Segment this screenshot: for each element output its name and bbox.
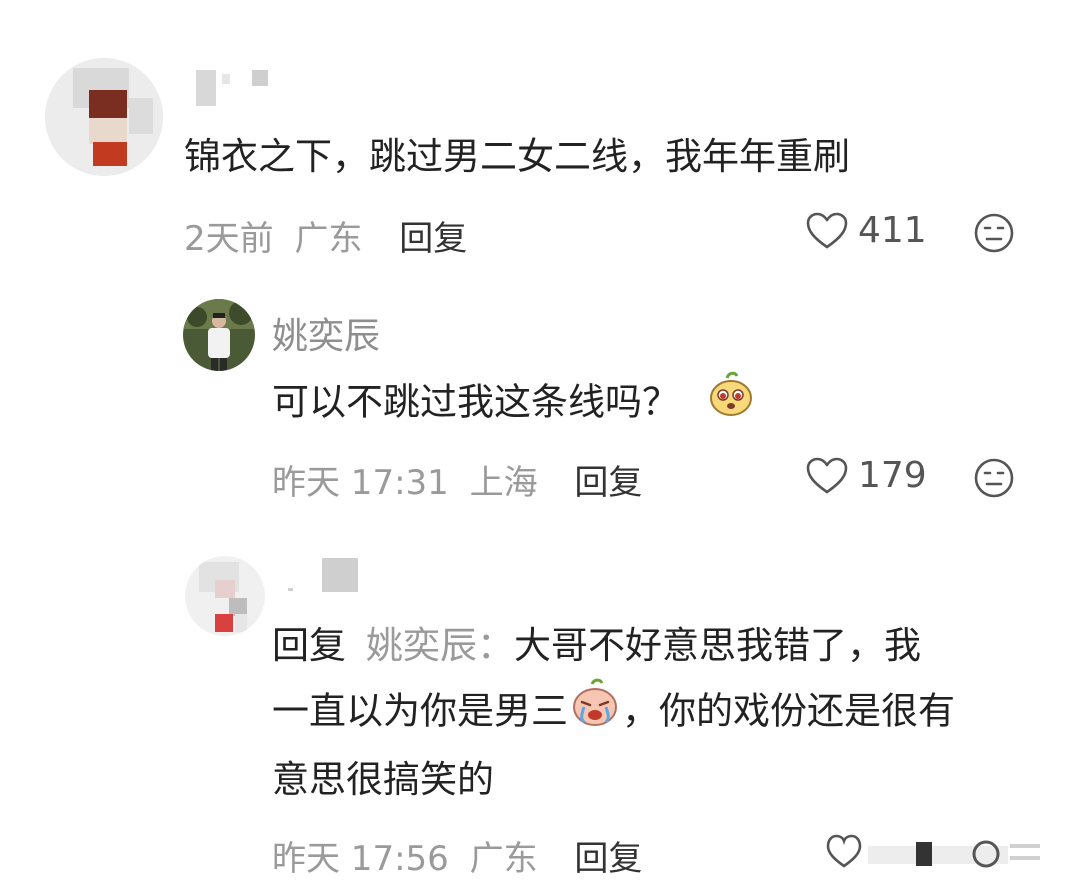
dislike-button[interactable]: [973, 457, 1015, 503]
reply-button[interactable]: 回复: [574, 839, 642, 879]
reply-line-3: 意思很搞笑的: [272, 758, 494, 801]
dislike-button[interactable]: [973, 212, 1015, 258]
reply-prefix: 回复: [272, 624, 346, 667]
crying-emoji-icon: [570, 678, 620, 748]
comment-meta: 2天前 广东 回复: [184, 211, 467, 260]
blurred-username: [282, 558, 362, 602]
unhappy-face-icon: [974, 213, 1014, 253]
pear-face-emoji-icon: [707, 370, 755, 438]
reply-text: 回复 姚奕辰：大哥不好意思我错了，我 一直以为你是男三 ，你的戏份还是很有 意思很…: [272, 614, 1052, 812]
reply-location: 上海: [469, 463, 538, 503]
mentioned-user[interactable]: 姚奕辰：: [366, 624, 514, 667]
reply-time: 昨天 17:56: [272, 839, 449, 879]
comment-thread: 锦衣之下，跳过男二女二线，我年年重刷 2天前 广东 回复 411 姚奕辰 可以不…: [0, 0, 1079, 890]
like-button[interactable]: 411: [806, 210, 927, 251]
person-photo-avatar: [183, 299, 255, 371]
unhappy-face-icon: [974, 458, 1014, 498]
reply-line-1: 回复 姚奕辰：大哥不好意思我错了，我: [272, 614, 1052, 678]
reply-text-content: 大哥不好意思我错了，我: [514, 624, 921, 667]
reply-meta: 昨天 17:56 广东 回复: [272, 831, 642, 880]
blurred-username: [196, 70, 276, 114]
reply-button[interactable]: 回复: [399, 219, 467, 259]
commenter-avatar[interactable]: [45, 58, 163, 176]
reply-text-content: 可以不跳过我这条线吗？: [272, 380, 679, 424]
watermark-glitch: [826, 832, 1056, 878]
reply-avatar[interactable]: [183, 299, 255, 371]
heart-icon: [806, 212, 848, 248]
comment-text: 锦衣之下，跳过男二女二线，我年年重刷: [184, 135, 850, 178]
like-count: 179: [858, 455, 927, 496]
heart-icon: [806, 457, 848, 493]
comment-location: 广东: [294, 219, 363, 259]
reply-avatar-pixelated[interactable]: [185, 556, 265, 636]
like-count: 411: [858, 210, 927, 251]
reply-username[interactable]: 姚奕辰: [272, 307, 380, 359]
pixelated-avatar-icon: [45, 58, 163, 176]
reply-button[interactable]: 回复: [574, 463, 642, 503]
like-button[interactable]: 179: [806, 455, 927, 496]
reply-time: 昨天 17:31: [272, 463, 449, 503]
reply-location: 广东: [469, 839, 538, 879]
reply-text: 可以不跳过我这条线吗？: [272, 370, 755, 438]
reply-line-2: 一直以为你是男三 ，你的戏份还是很有: [272, 678, 1052, 748]
comment-time: 2天前: [184, 219, 274, 259]
pixelated-avatar-icon: [185, 556, 265, 636]
reply-meta: 昨天 17:31 上海 回复: [272, 455, 642, 504]
